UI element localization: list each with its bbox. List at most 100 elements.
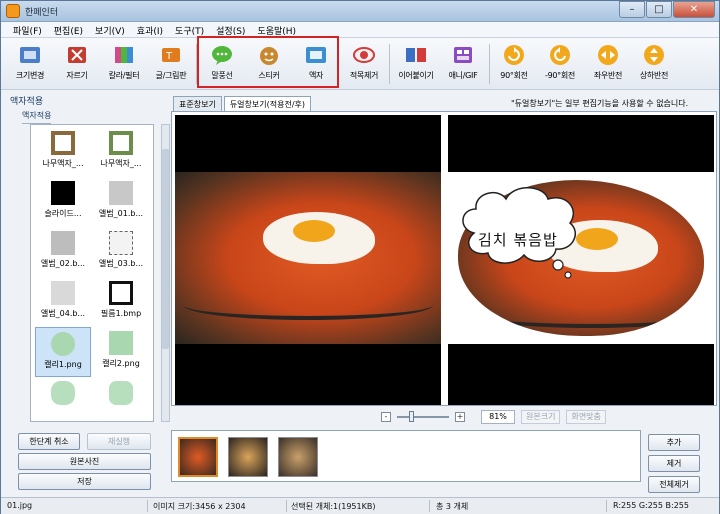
join-icon [406,48,426,62]
text-picture-label: 글/그림판 [155,71,187,80]
frame-thumbnail [51,381,75,405]
anim-gif-label: 애니/GIF [448,71,478,80]
color-filter-label: 칼라/필터 [108,71,140,80]
frame-list-scrollbar[interactable] [161,124,170,422]
flip-vertical-icon [644,45,664,65]
resize-label: 크기변경 [15,71,45,80]
status-rgb: R:255 G:255 B:255 [613,501,689,510]
redo-button[interactable]: 재실행 [87,433,151,450]
frame-item-label: 앨범_03.b... [98,259,144,268]
remove-button[interactable]: 제거 [648,455,700,472]
status-file: 01.jpg [7,501,33,510]
redeye-icon [353,47,375,63]
frame-item-selected[interactable]: 캘리1.png [35,327,91,377]
frame-item-label: 슬라이드... [44,209,82,218]
minimize-button[interactable]: – [619,1,645,18]
frame-item[interactable]: 앨범_03.b... [93,227,149,277]
status-separator [606,500,607,512]
maximize-button[interactable]: □ [646,1,672,18]
menu-view[interactable]: 보기(V) [89,22,131,37]
menu-settings[interactable]: 설정(S) [210,22,251,37]
thumbnail[interactable] [228,437,268,477]
anim-gif-button[interactable]: 애니/GIF [440,41,486,87]
flip-horizontal-icon [598,45,618,65]
bubble-text: 김치 볶음밥 [478,231,558,249]
menu-edit[interactable]: 편집(E) [48,22,89,37]
color-filter-button[interactable]: 칼라/필터 [101,41,147,87]
frame-list: 나무액자_... 나무액자_... 슬라이드... 앨범_01.b... 앨범_… [30,124,154,422]
frame-item[interactable]: 앨범_04.b... [35,277,91,327]
zoom-in-button[interactable]: + [455,412,465,422]
tab-dual-view[interactable]: 듀얼창보기(적용전/후) [223,96,311,111]
zoom-slider-knob[interactable] [409,411,414,422]
remove-all-button[interactable]: 전체제거 [648,476,700,493]
status-separator [429,500,430,512]
frame-item[interactable]: 필름1.bmp [93,277,149,327]
frame-item[interactable]: 나무액자_... [35,127,91,177]
resize-button[interactable]: 크기변경 [7,41,53,87]
toolbar-separator [489,44,490,84]
frame-item[interactable] [93,377,149,421]
frame-item[interactable] [35,377,91,421]
panel-subtitle[interactable]: 액자적용 [22,110,52,124]
frame-thumbnail [51,281,75,305]
frame-thumbnail [51,332,75,356]
frame-item-label: 앨범_02.b... [40,259,86,268]
save-button[interactable]: 저장 [18,473,151,490]
toolbar-separator [389,44,390,84]
zoom-out-button[interactable]: - [381,412,391,422]
frame-thumbnail [109,231,133,255]
fit-screen-button[interactable]: 화면맞춤 [566,410,606,424]
flip-horizontal-button[interactable]: 좌우반전 [585,41,631,87]
close-button[interactable]: ✕ [673,1,715,18]
text-picture-button[interactable]: T 글/그림판 [148,41,194,87]
rotate-neg90-button[interactable]: -90°회전 [537,41,583,87]
thought-bubble[interactable]: 김치 볶음밥 [454,179,582,283]
tab-standard-view[interactable]: 표준창보기 [173,96,222,111]
status-selected: 선택된 개체:1(1951KB) [291,502,376,511]
add-button[interactable]: 추가 [648,434,700,451]
toolbar: 크기변경 자르기 칼라/필터 T 글/그림판 말풍선 스티커 액자 적목제거 이… [1,38,719,90]
frame-item-label: 앨범_04.b... [40,309,86,318]
frame-item[interactable]: 슬라이드... [35,177,91,227]
frame-item[interactable]: 앨범_02.b... [35,227,91,277]
zoom-value: 81% [481,410,515,424]
menu-file[interactable]: 파일(F) [7,22,48,37]
anim-gif-icon [454,47,472,63]
thumbnail[interactable] [278,437,318,477]
thumbnail-selected[interactable] [178,437,218,477]
frame-thumbnail [109,281,133,305]
frame-item[interactable]: 앨범_01.b... [93,177,149,227]
original-photo-button[interactable]: 원본사진 [18,453,151,470]
frame-panel: 액자적용 액자적용 나무액자_... 나무액자_... 슬라이드... 앨범_0… [4,92,170,427]
frame-thumbnail [109,131,133,155]
rotate-neg90-label: -90°회전 [545,71,575,80]
frame-item-label: 캘리2.png [102,359,140,368]
flip-vertical-button[interactable]: 상하반전 [631,41,677,87]
flip-horizontal-label: 좌우반전 [593,71,623,80]
original-size-button[interactable]: 원본크기 [521,410,561,424]
frame-item[interactable]: 나무액자_... [93,127,149,177]
join-button[interactable]: 이어붙이기 [393,41,439,87]
after-pane: 김치 볶음밥 [448,115,714,405]
color-filter-icon [115,47,133,63]
rotate-90-button[interactable]: 90°회전 [491,41,537,87]
menu-effect[interactable]: 효과(I) [131,22,169,37]
frame-item[interactable]: 캘리2.png [93,327,149,377]
undo-button[interactable]: 한단계 취소 [18,433,80,450]
frame-thumbnail [109,181,133,205]
window-title: 한페인터 [25,8,59,18]
app-icon [6,4,20,18]
frame-thumbnail [51,181,75,205]
menu-help[interactable]: 도움말(H) [251,22,302,37]
original-photo [175,172,441,344]
redeye-button[interactable]: 적목제거 [341,41,387,87]
zoom-slider[interactable] [397,411,449,422]
frame-item-label: 나무액자_... [42,159,84,168]
status-separator [147,500,148,512]
redeye-label: 적목제거 [349,71,379,80]
crop-button[interactable]: 자르기 [54,41,100,87]
menu-tools[interactable]: 도구(T) [169,22,210,37]
before-pane [175,115,441,405]
scrollbar-thumb[interactable] [162,149,169,349]
